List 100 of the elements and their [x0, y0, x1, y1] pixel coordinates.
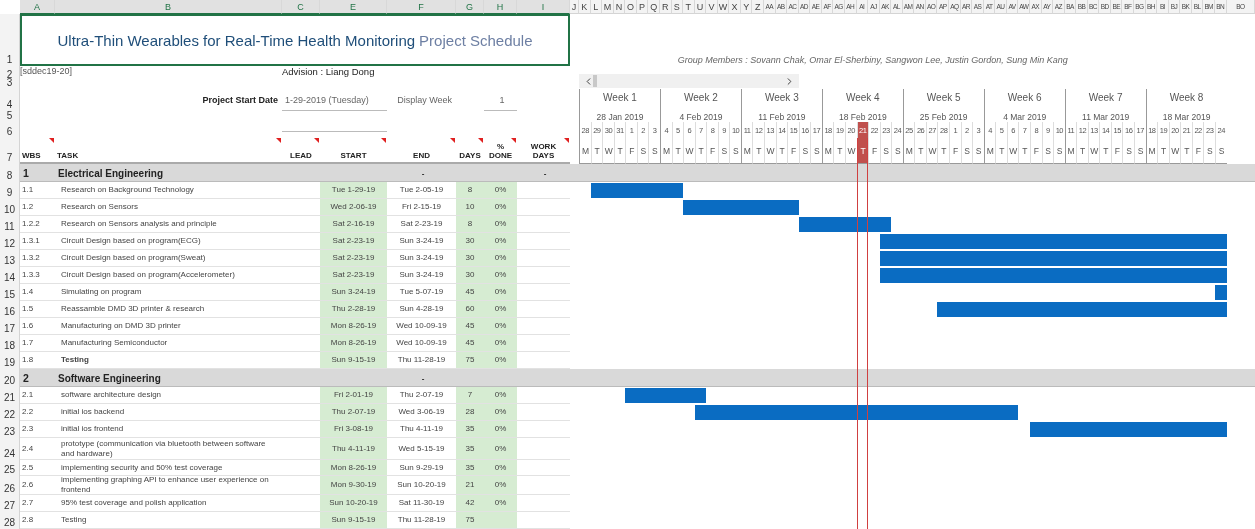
percent-done-cell: 0%	[484, 301, 517, 318]
column-letter[interactable]: H	[484, 0, 517, 14]
percent-done-cell: 0%	[484, 182, 517, 199]
row-number[interactable]: 8	[0, 164, 20, 182]
row-number[interactable]: 9	[0, 182, 20, 199]
week-date: 28 Jan 2019	[596, 112, 644, 122]
days-cell: 30	[456, 250, 484, 267]
row-number[interactable]: 12	[0, 233, 20, 250]
row-number[interactable]: 11	[0, 216, 20, 233]
row-number[interactable]: 21	[0, 387, 20, 404]
task-cell: prototype (communication via bluetooth between software and hardware)	[55, 438, 282, 460]
start-date-cell: Mon 8-26-19	[320, 460, 387, 476]
days-cell: 60	[456, 301, 484, 318]
start-date-cell: Mon 8-26-19	[320, 318, 387, 335]
row-number[interactable]: 28	[0, 512, 20, 529]
week-date: 18 Feb 2019	[838, 112, 887, 122]
percent-done-cell: 0%	[484, 438, 517, 460]
start-date-cell: Sat 2-16-19	[320, 216, 387, 233]
row-number[interactable]: 23	[0, 421, 20, 438]
row-number[interactable]: 10	[0, 199, 20, 216]
row-number[interactable]: 19	[0, 352, 20, 369]
start-date-cell: Sat 2-23-19	[320, 250, 387, 267]
row-number[interactable]: 17	[0, 318, 20, 335]
row-number[interactable]: 5	[0, 111, 20, 122]
percent-done-cell: 0%	[484, 352, 517, 369]
project-start-field[interactable]: 1-29-2019 (Tuesday)	[282, 89, 387, 111]
row-number[interactable]: 1	[0, 14, 20, 66]
days-cell: 30	[456, 267, 484, 284]
section-end: -	[420, 168, 425, 178]
percent-done-cell: 0%	[484, 460, 517, 476]
week-label: Week 6	[1007, 92, 1042, 103]
row-number[interactable]: 22	[0, 404, 20, 421]
row-number[interactable]: 24	[0, 438, 20, 460]
row-number[interactable]: 15	[0, 284, 20, 301]
column-letter[interactable]: O	[625, 0, 637, 14]
start-date-cell: Thu 2-28-19	[320, 301, 387, 318]
week-label: Week 2	[684, 92, 718, 103]
row-number[interactable]: 13	[0, 250, 20, 267]
column-letter[interactable]: A	[20, 0, 55, 14]
percent-done-cell: 0%	[484, 421, 517, 438]
days-cell: 8	[456, 216, 484, 233]
column-letter[interactable]: I	[517, 0, 570, 14]
days-cell: 35	[456, 421, 484, 438]
display-week-label: Display Week	[397, 95, 453, 105]
days-cell: 21	[456, 476, 484, 495]
days-cell: 45	[456, 284, 484, 301]
column-letter[interactable]: V	[706, 0, 718, 14]
days-cell: 35	[456, 460, 484, 476]
row-number[interactable]: 4	[0, 89, 20, 111]
week-date: 25 Feb 2019	[919, 112, 968, 122]
section-end: -	[420, 373, 425, 383]
column-letter[interactable]: C	[282, 0, 320, 14]
column-letter[interactable]: M	[602, 0, 614, 14]
column-letter[interactable]: B	[55, 0, 282, 14]
scrollbar-thumb[interactable]	[593, 75, 597, 87]
percent-done-cell: 0%	[484, 233, 517, 250]
row-number[interactable]: 16	[0, 301, 20, 318]
row-number[interactable]: 14	[0, 267, 20, 284]
column-header: LEAD	[290, 151, 312, 160]
row-number[interactable]: 6	[0, 122, 20, 138]
week-date: 4 Feb 2019	[679, 112, 723, 122]
column-header: TASK	[57, 151, 79, 160]
row-number[interactable]: 20	[0, 369, 20, 387]
percent-done-cell: 0%	[484, 250, 517, 267]
column-letter[interactable]: X	[729, 0, 741, 14]
column-letter[interactable]: Q	[648, 0, 660, 14]
horizontal-scrollbar[interactable]	[579, 74, 799, 88]
project-code-text: [sddec19-20]	[20, 66, 73, 76]
column-header: WBS	[22, 151, 41, 160]
gantt-bar	[1214, 285, 1227, 300]
row-number[interactable]: 7	[0, 138, 20, 164]
row-number[interactable]: 26	[0, 476, 20, 495]
section-title: Electrical Engineering	[57, 167, 164, 179]
column-letter[interactable]: E	[320, 0, 387, 14]
column-letter[interactable]: Z	[752, 0, 764, 14]
days-cell: 8	[456, 182, 484, 199]
column-letter[interactable]: G	[456, 0, 484, 14]
column-letter[interactable]: F	[387, 0, 456, 14]
column-letter[interactable]: T	[683, 0, 695, 14]
week-label: Week 4	[845, 92, 880, 103]
percent-done-cell: 0%	[484, 199, 517, 216]
days-cell: 10	[456, 199, 484, 216]
days-cell: 30	[456, 233, 484, 250]
display-week-field[interactable]: 1	[484, 89, 517, 111]
row-number[interactable]: 27	[0, 495, 20, 512]
days-cell: 28	[456, 404, 484, 421]
row-number[interactable]: 18	[0, 335, 20, 352]
week-label: Week 3	[764, 92, 799, 103]
project-start-label: Project Start Date	[202, 95, 279, 105]
section-number: 2	[22, 372, 29, 384]
week-date: 4 Mar 2019	[1003, 112, 1047, 122]
column-letter[interactable]: K	[579, 0, 591, 14]
start-date-cell: Mon 9-30-19	[320, 476, 387, 495]
task-cell: implementing graphing API to enhance user experience on frontend	[55, 476, 282, 495]
advisor-text: Advision : Liang Dong	[282, 66, 375, 77]
percent-done-cell: 0%	[484, 404, 517, 421]
column-header: % DONE	[487, 142, 514, 160]
row-number[interactable]: 25	[0, 460, 20, 476]
column-header: END	[413, 151, 430, 160]
start-date-cell: Sat 2-23-19	[320, 267, 387, 284]
